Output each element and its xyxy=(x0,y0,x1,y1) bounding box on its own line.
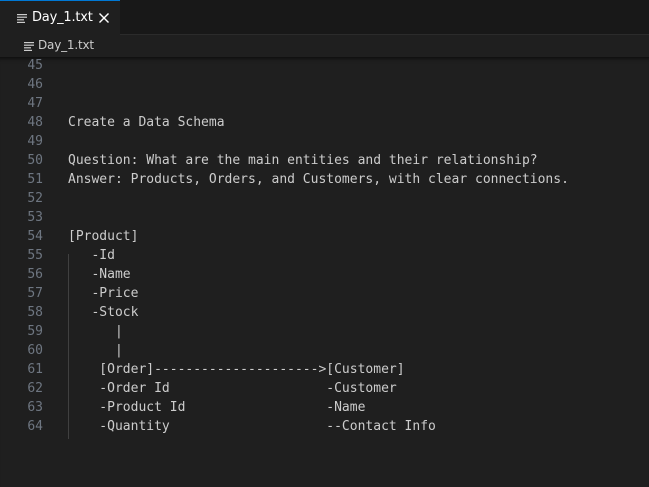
code-line[interactable]: 50 Question: What are the main entities a… xyxy=(0,151,649,170)
tab-day-1-txt[interactable]: Day_1.txt xyxy=(0,0,120,35)
code-line[interactable]: 49 xyxy=(0,132,649,151)
line-number: 49 xyxy=(27,134,43,149)
line-text: -Price xyxy=(68,286,139,301)
line-number: 53 xyxy=(27,210,43,225)
code-line[interactable]: 58 -Stock xyxy=(0,303,649,322)
code-line[interactable]: 45 xyxy=(0,56,649,75)
line-number: 46 xyxy=(27,77,43,92)
line-number: 57 xyxy=(27,286,43,301)
code-line[interactable]: 59 | xyxy=(0,322,649,341)
code-line[interactable]: 60 | xyxy=(0,341,649,360)
line-number: 51 xyxy=(27,172,43,187)
line-number: 52 xyxy=(27,191,43,206)
code-line[interactable]: 64 -Quantity --Contact Info xyxy=(0,417,649,436)
editor[interactable]: 45 46 47 48 Create a Data Schema 49 50 Question… xyxy=(0,57,649,487)
line-text: [Product] xyxy=(68,229,139,244)
breadcrumb: Day_1.txt xyxy=(0,35,649,57)
line-number: 54 xyxy=(27,229,43,244)
code-line[interactable]: 57 -Price xyxy=(0,284,649,303)
line-number: 63 xyxy=(27,400,43,415)
line-number: 47 xyxy=(27,96,43,111)
code-line[interactable]: 54 [Product] xyxy=(0,227,649,246)
code-line[interactable]: 53 xyxy=(0,208,649,227)
line-text: [Order]--------------------->[Customer] xyxy=(68,362,405,377)
code-line[interactable]: 62 -Order Id -Customer xyxy=(0,379,649,398)
line-number: 55 xyxy=(27,248,43,263)
line-number: 45 xyxy=(27,58,43,73)
line-number: 61 xyxy=(27,362,43,377)
line-number: 59 xyxy=(27,324,43,339)
code-line[interactable]: 56 -Name xyxy=(0,265,649,284)
line-text: -Quantity --Contact Info xyxy=(68,419,436,434)
text-file-icon xyxy=(24,42,34,51)
line-text: -Stock xyxy=(68,305,139,320)
line-text: | xyxy=(68,343,123,358)
line-number: 56 xyxy=(27,267,43,282)
line-number: 60 xyxy=(27,343,43,358)
breadcrumb-item-file[interactable]: Day_1.txt xyxy=(38,38,94,52)
code-line[interactable]: 61 [Order]--------------------->[Custome… xyxy=(0,360,649,379)
line-number: 62 xyxy=(27,381,43,396)
code-line[interactable]: 52 xyxy=(0,189,649,208)
text-file-icon xyxy=(17,14,27,23)
code-line[interactable]: 48 Create a Data Schema xyxy=(0,113,649,132)
code-line[interactable]: 55 -Id xyxy=(0,246,649,265)
code-line[interactable]: 51 Answer: Products, Orders, and Customer… xyxy=(0,170,649,189)
line-text: -Name xyxy=(68,267,131,282)
line-text: -Product Id -Name xyxy=(68,400,366,415)
line-text: Create a Data Schema xyxy=(68,115,225,130)
code-line[interactable]: 46 xyxy=(0,75,649,94)
tab-bar: Day_1.txt xyxy=(0,0,649,35)
line-text: | xyxy=(68,324,123,339)
line-text: -Id xyxy=(68,248,115,263)
code-line[interactable]: 63 -Product Id -Name xyxy=(0,398,649,417)
line-text: Answer: Products, Orders, and Customers,… xyxy=(68,172,569,187)
code-line[interactable]: 47 xyxy=(0,94,649,113)
tab-label: Day_1.txt xyxy=(32,10,93,25)
close-icon[interactable] xyxy=(98,12,110,24)
line-text: -Order Id -Customer xyxy=(68,381,397,396)
line-number: 50 xyxy=(27,153,43,168)
line-number: 64 xyxy=(27,419,43,434)
line-text: Question: What are the main entities and… xyxy=(68,153,538,168)
line-number: 48 xyxy=(27,115,43,130)
line-number: 58 xyxy=(27,305,43,320)
